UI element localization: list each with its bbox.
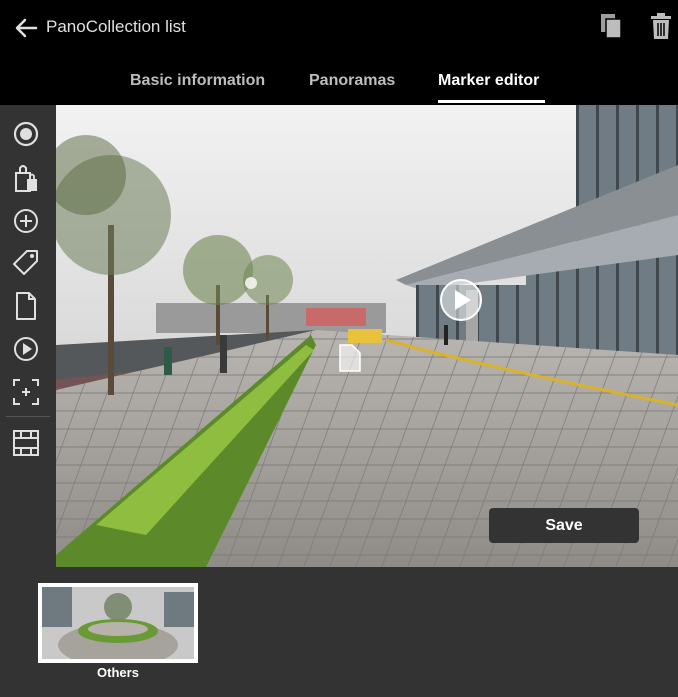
back-button[interactable] <box>12 14 40 42</box>
tool-tag[interactable] <box>10 247 42 279</box>
active-tab-indicator <box>438 100 545 103</box>
tool-play[interactable] <box>10 333 42 365</box>
tool-document[interactable] <box>10 290 42 322</box>
add-circle-icon <box>14 209 38 233</box>
copy-icon <box>601 14 622 39</box>
toolbar-divider <box>6 416 50 417</box>
record-circle-icon <box>13 121 39 147</box>
tab-basic-information[interactable]: Basic information <box>130 72 265 90</box>
tab-panoramas[interactable]: Panoramas <box>309 72 395 90</box>
panorama-thumbnail[interactable] <box>38 583 198 663</box>
point-marker-icon[interactable] <box>245 277 257 289</box>
tab-bar: Basic information Panoramas Marker edito… <box>0 66 678 105</box>
focus-frame-icon <box>13 379 39 405</box>
play-circle-icon <box>14 337 38 361</box>
tab-marker-editor[interactable]: Marker editor <box>438 72 539 90</box>
delete-button[interactable] <box>648 12 674 40</box>
tag-icon <box>13 250 38 275</box>
trash-icon <box>651 13 671 39</box>
tool-record[interactable] <box>10 118 42 150</box>
tool-add[interactable] <box>10 205 42 237</box>
panorama-image <box>56 105 678 567</box>
tool-shopping-bag[interactable] <box>10 162 42 194</box>
save-button[interactable]: Save <box>489 508 639 543</box>
document-icon <box>16 292 36 320</box>
arrow-left-icon <box>15 18 38 38</box>
thumbnail-label: Others <box>97 665 139 680</box>
marker-toolbar <box>0 105 56 567</box>
film-strip-icon <box>13 430 39 456</box>
thumbnail-image <box>42 587 194 659</box>
panorama-viewer[interactable] <box>56 105 678 567</box>
app-header: PanoCollection list Basic information Pa… <box>0 0 678 105</box>
page-title[interactable]: PanoCollection list <box>46 16 186 38</box>
tool-film-strip[interactable] <box>10 427 42 459</box>
shopping-bag-icon <box>15 165 37 192</box>
copy-button[interactable] <box>598 12 624 40</box>
tool-focus-frame[interactable] <box>10 376 42 408</box>
